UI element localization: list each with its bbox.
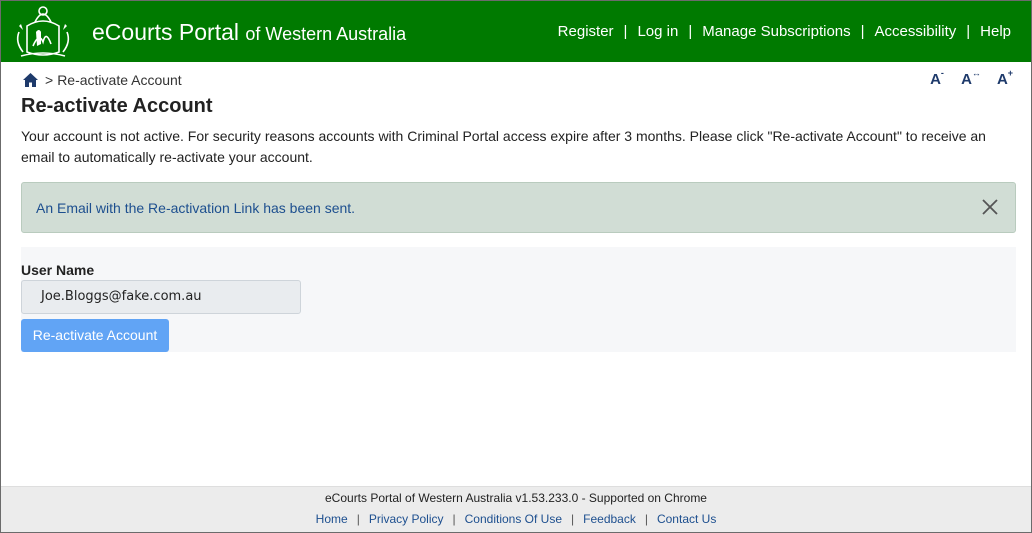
page-title: Re-activate Account	[21, 95, 213, 117]
nav-separator: |	[860, 23, 865, 40]
font-increase-button[interactable]: A+	[988, 68, 1022, 88]
nav-separator: |	[623, 23, 628, 40]
breadcrumb: > Re-activate Account	[22, 71, 182, 89]
top-nav: Register | Log in | Manage Subscriptions…	[558, 23, 1011, 40]
footer-link-feedback[interactable]: Feedback	[583, 512, 636, 526]
font-reset-button[interactable]: A↔	[954, 68, 988, 88]
home-icon[interactable]	[22, 72, 39, 88]
reactivate-account-button[interactable]: Re-activate Account	[21, 319, 169, 352]
nav-register[interactable]: Register	[558, 23, 614, 40]
footer-link-privacy-policy[interactable]: Privacy Policy	[369, 512, 444, 526]
wa-crest-logo	[16, 6, 70, 57]
brand-sub: of Western Australia	[245, 24, 407, 44]
reactivate-form: User Name Joe.Bloggs@fake.com.au Re-acti…	[21, 247, 1016, 352]
font-size-controls: A- A↔ A+	[920, 68, 1022, 88]
font-decrease-button[interactable]: A-	[920, 68, 954, 88]
breadcrumb-current: Re-activate Account	[57, 72, 182, 88]
top-header: eCourts Portal of Western Australia Regi…	[1, 1, 1031, 62]
brand-main: eCourts Portal	[92, 19, 240, 45]
footer-link-conditions-of-use[interactable]: Conditions Of Use	[465, 512, 562, 526]
nav-help[interactable]: Help	[980, 23, 1011, 40]
username-field[interactable]: Joe.Bloggs@fake.com.au	[21, 280, 301, 314]
nav-accessibility[interactable]: Accessibility	[875, 23, 957, 40]
footer-separator: |	[644, 512, 648, 526]
nav-login[interactable]: Log in	[637, 23, 678, 40]
intro-text: Your account is not active. For security…	[21, 128, 986, 165]
nav-separator: |	[688, 23, 693, 40]
footer-link-contact-us[interactable]: Contact Us	[657, 512, 716, 526]
username-label: User Name	[21, 262, 95, 278]
footer-separator: |	[356, 512, 360, 526]
success-alert: An Email with the Re-activation Link has…	[21, 182, 1016, 233]
footer-separator: |	[452, 512, 456, 526]
footer: eCourts Portal of Western Australia v1.5…	[1, 486, 1031, 532]
footer-links: Home | Privacy Policy | Conditions Of Us…	[1, 512, 1031, 526]
close-icon[interactable]	[981, 198, 999, 216]
nav-manage-subscriptions[interactable]: Manage Subscriptions	[702, 23, 850, 40]
alert-message: An Email with the Re-activation Link has…	[36, 200, 356, 216]
site-brand[interactable]: eCourts Portal of Western Australia	[92, 19, 406, 46]
footer-separator: |	[571, 512, 575, 526]
breadcrumb-separator: >	[45, 72, 54, 88]
footer-link-home[interactable]: Home	[316, 512, 348, 526]
nav-separator: |	[966, 23, 971, 40]
footer-version: eCourts Portal of Western Australia v1.5…	[325, 491, 707, 505]
